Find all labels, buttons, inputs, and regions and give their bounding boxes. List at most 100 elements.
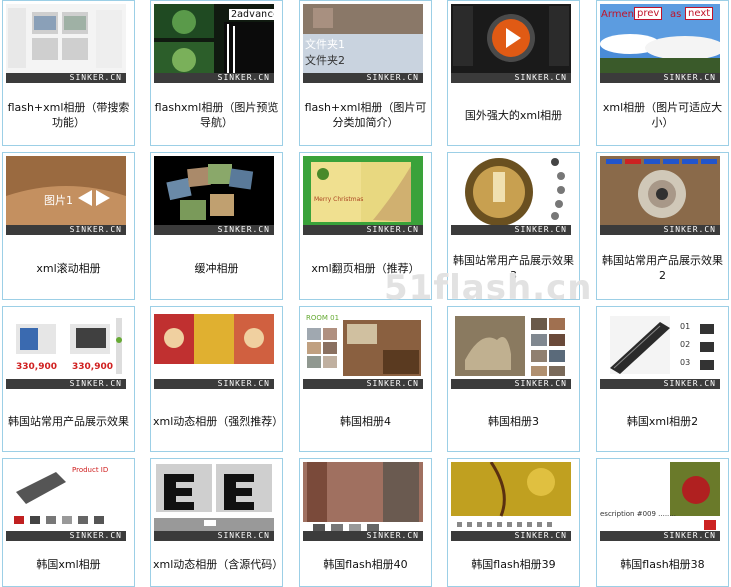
thumbnail-image[interactable]: Merry Christmas SINKER.CN xyxy=(303,156,423,235)
brand-label: SINKER.CN xyxy=(303,73,423,83)
brand-label: SINKER.CN xyxy=(600,225,720,235)
brand-label: SINKER.CN xyxy=(6,225,126,235)
gallery-item[interactable]: SINKER.CN 韩国站常用产品展示效果2 xyxy=(596,152,729,300)
thumbnail-art xyxy=(600,156,720,226)
item-caption[interactable]: 韩国站常用产品展示效果 xyxy=(5,395,132,447)
brand-label: SINKER.CN xyxy=(303,531,423,541)
brand-label: SINKER.CN xyxy=(6,73,126,83)
item-caption[interactable]: 韩国站常用产品展示效果2 xyxy=(599,241,726,295)
gallery-item[interactable]: SINKER.CN xml动态相册（含源代码） xyxy=(150,458,283,587)
thumbnail-image[interactable]: SINKER.CN xyxy=(451,462,571,541)
thumbnail-image[interactable]: SINKER.CN xyxy=(6,4,126,83)
thumbnail-overlay-text: 330,900 xyxy=(16,362,57,372)
prev-button[interactable]: prev xyxy=(634,7,663,20)
item-caption[interactable]: xml滚动相册 xyxy=(5,241,132,295)
brand-label: SINKER.CN xyxy=(451,379,571,389)
gallery-item[interactable]: SINKER.CN 韩国flash相册40 xyxy=(299,458,432,587)
thumbnail-image[interactable]: SINKER.CN xyxy=(154,462,274,541)
thumbnail-art xyxy=(451,462,571,527)
thumbnail-image[interactable]: 2advance SINKER.CN xyxy=(154,4,274,83)
gallery-item[interactable]: SINKER.CN xml动态相册（强烈推荐） xyxy=(150,306,283,452)
thumbnail-image[interactable]: escription #009 ........ SINKER.CN xyxy=(600,462,720,541)
thumbnail-image[interactable]: 图片1 SINKER.CN xyxy=(6,156,126,235)
item-caption[interactable]: flash+xml相册（图片可分类加简介） xyxy=(302,89,429,141)
gallery-grid: SINKER.CN flash+xml相册（带搜索功能） 2advance SI… xyxy=(2,0,729,587)
gallery-item[interactable]: ROOM 01 SINKER.CN 韩国相册4 xyxy=(299,306,432,452)
thumbnail-art xyxy=(455,316,565,376)
item-caption[interactable]: 韩国相册4 xyxy=(302,395,429,447)
thumbnail-image[interactable]: 01 02 03 SINKER.CN xyxy=(600,310,720,389)
thumbnail-art xyxy=(16,318,122,374)
item-caption[interactable]: 韩国xml相册 xyxy=(5,547,132,582)
brand-label: SINKER.CN xyxy=(303,379,423,389)
thumbnail-art xyxy=(610,316,714,374)
gallery-item[interactable]: Merry Christmas SINKER.CN xml翻页相册（推荐） xyxy=(299,152,432,300)
thumbnail-image[interactable]: SINKER.CN xyxy=(154,156,274,235)
item-caption[interactable]: 韩国相册3 xyxy=(450,395,577,447)
gallery-item[interactable]: SINKER.CN 韩国相册3 xyxy=(447,306,580,452)
gallery-item[interactable]: 文件夹1 文件夹2 SINKER.CN flash+xml相册（图片可分类加简介… xyxy=(299,0,432,146)
brand-label: SINKER.CN xyxy=(154,379,274,389)
thumbnail-image[interactable]: 330,900 330,900 SINKER.CN xyxy=(6,310,126,389)
thumbnail-overlay-text: as xyxy=(670,9,682,20)
item-caption[interactable]: xml翻页相册（推荐） xyxy=(302,241,429,295)
brand-label: SINKER.CN xyxy=(600,531,720,541)
item-caption[interactable]: 韩国站常用产品展示效果3 xyxy=(450,241,577,295)
thumbnail-image[interactable]: SINKER.CN xyxy=(154,310,274,389)
thumbnail-image[interactable]: ROOM 01 SINKER.CN xyxy=(303,310,423,389)
item-caption[interactable]: xml动态相册（强烈推荐） xyxy=(153,395,283,447)
thumbnail-image[interactable]: SINKER.CN xyxy=(451,156,571,235)
gallery-item[interactable]: Armen prev as next SINKER.CN xml相册（图片可适应… xyxy=(596,0,729,146)
thumbnail-art xyxy=(303,462,423,532)
brand-label: SINKER.CN xyxy=(6,379,126,389)
item-caption[interactable]: 韩国flash相册39 xyxy=(450,547,577,582)
brand-label: SINKER.CN xyxy=(451,531,571,541)
thumbnail-art xyxy=(453,6,569,66)
thumbnail-overlay-text: Merry Christmas xyxy=(314,196,364,203)
thumbnail-overlay-text: 文件夹2 xyxy=(305,54,345,67)
thumbnail-art xyxy=(670,462,720,530)
thumbnail-art xyxy=(154,314,274,380)
gallery-item[interactable]: SINKER.CN 国外强大的xml相册 xyxy=(447,0,580,146)
item-caption[interactable]: xml动态相册（含源代码） xyxy=(153,547,283,582)
thumbnail-image[interactable]: Product ID SINKER.CN xyxy=(6,462,126,541)
item-caption[interactable]: xml相册（图片可适应大小） xyxy=(599,89,726,141)
item-caption[interactable]: 缓冲相册 xyxy=(153,241,280,295)
thumbnail-image[interactable]: SINKER.CN xyxy=(600,156,720,235)
item-caption[interactable]: 国外强大的xml相册 xyxy=(450,89,577,141)
gallery-item[interactable]: 01 02 03 SINKER.CN 韩国xml相册2 xyxy=(596,306,729,452)
gallery-item[interactable]: 330,900 330,900 SINKER.CN 韩国站常用产品展示效果 xyxy=(2,306,135,452)
thumbnail-art xyxy=(8,8,122,68)
brand-label: SINKER.CN xyxy=(451,225,571,235)
brand-label: SINKER.CN xyxy=(600,73,720,83)
thumbnail-image[interactable]: SINKER.CN xyxy=(451,310,571,389)
thumbnail-overlay-text: 330,900 xyxy=(72,362,113,372)
item-caption[interactable]: flashxml相册（图片预览导航） xyxy=(153,89,280,141)
thumbnail-image[interactable]: SINKER.CN xyxy=(303,462,423,541)
gallery-item[interactable]: SINKER.CN 韩国站常用产品展示效果3 xyxy=(447,152,580,300)
brand-label: SINKER.CN xyxy=(451,73,571,83)
thumbnail-overlay-text: ROOM 01 xyxy=(306,314,340,322)
next-button[interactable]: next xyxy=(685,7,714,20)
gallery-item[interactable]: SINKER.CN flash+xml相册（带搜索功能） xyxy=(2,0,135,146)
gallery-item[interactable]: escription #009 ........ SINKER.CN 韩国fla… xyxy=(596,458,729,587)
gallery-item[interactable]: 图片1 SINKER.CN xml滚动相册 xyxy=(2,152,135,300)
thumbnail-overlay-text: Armen xyxy=(601,9,635,20)
brand-label: SINKER.CN xyxy=(303,225,423,235)
item-caption[interactable]: 韩国flash相册38 xyxy=(599,547,726,582)
gallery-item[interactable]: 2advance SINKER.CN flashxml相册（图片预览导航） xyxy=(150,0,283,146)
gallery-item[interactable]: SINKER.CN 缓冲相册 xyxy=(150,152,283,300)
gallery-item[interactable]: Product ID SINKER.CN 韩国xml相册 xyxy=(2,458,135,587)
gallery-item[interactable]: SINKER.CN 韩国flash相册39 xyxy=(447,458,580,587)
item-caption[interactable]: 韩国xml相册2 xyxy=(599,395,726,447)
item-caption[interactable]: 韩国flash相册40 xyxy=(302,547,429,582)
thumbnail-image[interactable]: SINKER.CN xyxy=(451,4,571,83)
brand-label: SINKER.CN xyxy=(154,73,274,83)
item-caption[interactable]: flash+xml相册（带搜索功能） xyxy=(5,89,132,141)
thumbnail-art xyxy=(465,158,565,226)
thumbnail-overlay-text: 01 xyxy=(680,322,691,331)
thumbnail-overlay-text: 03 xyxy=(680,358,691,367)
thumbnail-image[interactable]: 文件夹1 文件夹2 SINKER.CN xyxy=(303,4,423,83)
thumbnail-image[interactable]: Armen prev as next SINKER.CN xyxy=(600,4,720,83)
thumbnail-overlay-text: 2advance xyxy=(229,9,274,20)
